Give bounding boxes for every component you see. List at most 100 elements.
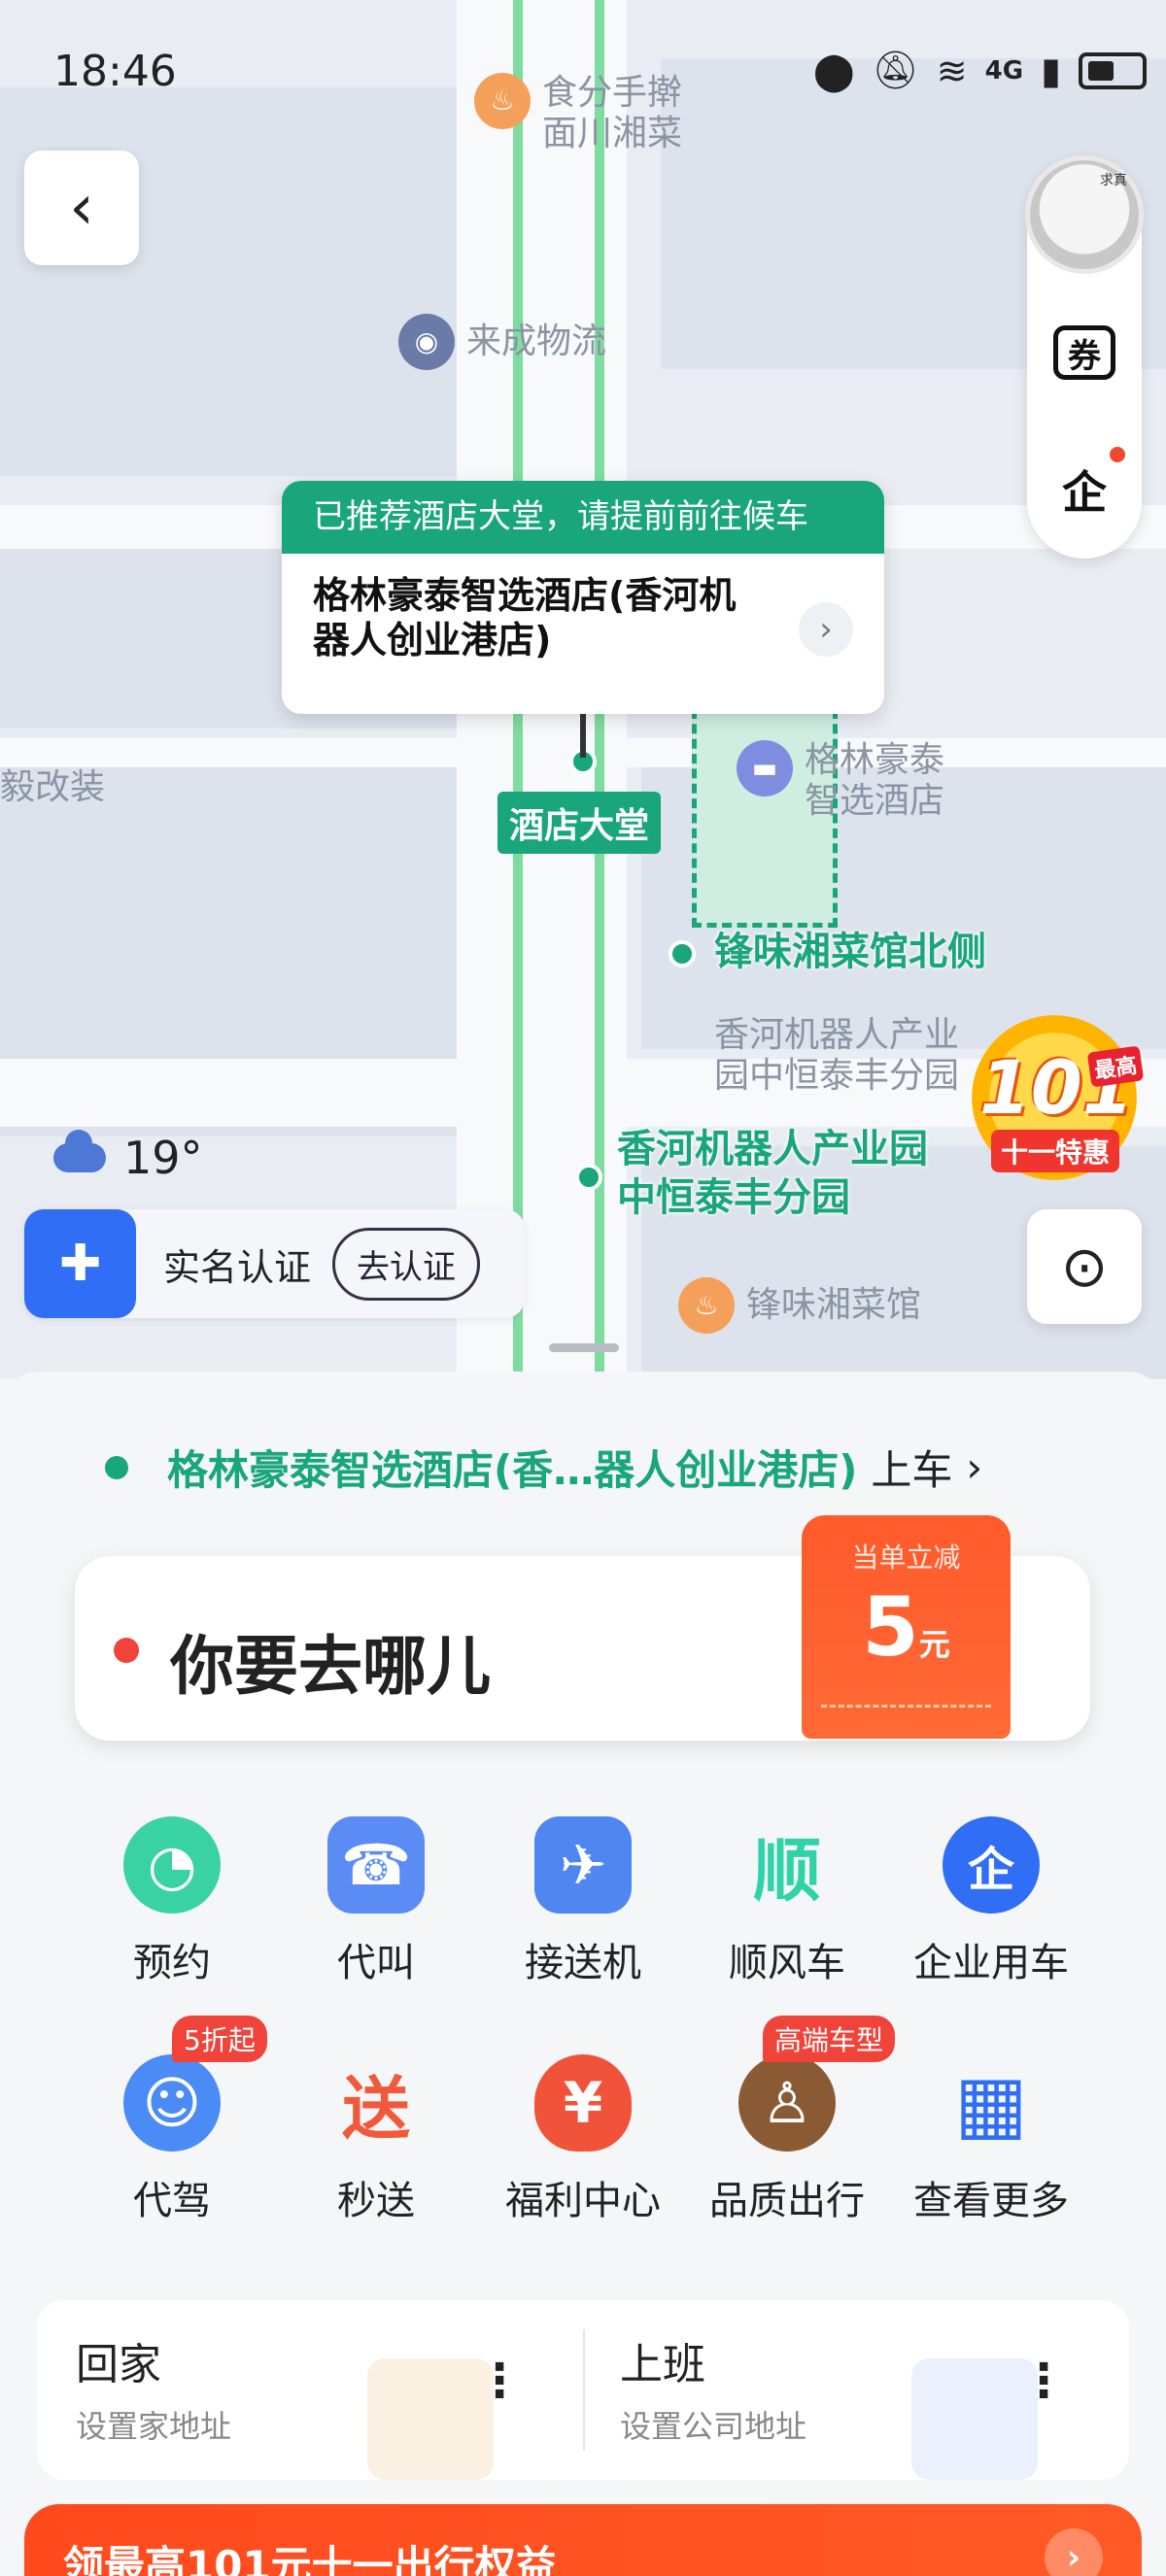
poi-label: 毅改装 — [0, 767, 106, 807]
auth-button[interactable]: 去认证 — [332, 1227, 481, 1301]
status-bar: 18:46 ⬤ 🔕︎ ≋ 4G ▮ — [0, 0, 1166, 146]
callout-header: 已推荐酒店大堂，请提前前往候车 — [282, 481, 884, 554]
service-label: 秒送 — [337, 2179, 415, 2223]
home-subtitle: 设置家地址 — [76, 2408, 232, 2445]
work-subtitle: 设置公司地址 — [620, 2408, 807, 2445]
discount-amount: 5 — [862, 1579, 919, 1675]
pickup-point-label[interactable]: 锋味湘菜馆北侧 — [714, 928, 986, 976]
more-icon[interactable]: ⋮ — [1020, 2354, 1067, 2408]
destination-placeholder: 你要去哪儿 — [170, 1629, 491, 1704]
notification-dot — [1110, 447, 1125, 462]
map-view[interactable]: ♨ 食分手擀 面川湘菜 ◉ 来成物流 ▬ 格林豪泰 智选酒店 香河机器人产业 园… — [0, 0, 1166, 1379]
service-premium[interactable]: 高端车型 ♙ 品质出行 — [675, 2016, 899, 2225]
avatar[interactable]: 求真 — [1025, 155, 1144, 274]
pickup-name: 格林豪泰智选酒店(香…器人创业港店) — [167, 1446, 858, 1494]
poi-label: 锋味湘菜馆 — [746, 1285, 922, 1325]
destination-dot — [114, 1638, 139, 1663]
pickup-point-dot[interactable] — [575, 1164, 602, 1191]
service-call-for-others[interactable]: ☎ 代叫 — [264, 1816, 488, 1987]
signal-icon: ▮ — [1041, 49, 1061, 92]
discount-unit: 元 — [918, 1626, 950, 1663]
poi-label: 香河机器人产业 园中恒泰丰分园 — [714, 1015, 960, 1096]
callout-stem — [580, 714, 586, 758]
service-reserve[interactable]: ◔ 预约 — [60, 1816, 284, 1987]
chevron-right-icon: › — [966, 1443, 983, 1491]
pickup-row[interactable]: 格林豪泰智选酒店(香…器人创业港店) 上车 › — [105, 1438, 982, 1497]
pickup-callout[interactable]: 已推荐酒店大堂，请提前前往候车 格林豪泰智选酒店(香河机器人创业港店) › — [282, 481, 884, 714]
sheet-handle[interactable] — [549, 1343, 619, 1352]
enterprise-icon[interactable]: 企 — [1049, 455, 1119, 525]
house-icon — [367, 2358, 494, 2480]
network-label: 4G — [984, 55, 1024, 85]
service-welfare[interactable]: ¥ 福利中心 — [471, 2054, 695, 2225]
shunfeng-icon: 顺 — [753, 1830, 821, 1911]
address-shortcuts: 回家 设置家地址 ⋮ 上班 设置公司地址 ⋮ — [37, 2300, 1129, 2480]
service-airport[interactable]: ✈ 接送机 — [471, 1816, 695, 1987]
status-time: 18:46 — [53, 47, 177, 96]
poi-label: 格林豪泰 智选酒店 — [805, 740, 945, 821]
pickup-point-dot[interactable] — [669, 940, 696, 967]
timer-icon: ◔ — [123, 1816, 221, 1914]
service-label: 顺风车 — [729, 1941, 845, 1985]
service-more[interactable]: ▦ 查看更多 — [879, 2054, 1103, 2225]
promo-badge[interactable]: 101 最高 十一特惠 — [972, 1015, 1145, 1180]
service-enterprise[interactable]: 企 企业用车 — [879, 1816, 1103, 1987]
enterprise-icon: 企 — [943, 1816, 1040, 1914]
poi-garage[interactable]: 毅改装 — [0, 767, 105, 808]
service-delivery[interactable]: 送 秒送 — [264, 2054, 488, 2225]
poi-park[interactable]: 香河机器人产业 园中恒泰丰分园 — [714, 1015, 959, 1097]
more-icon[interactable]: ⋮ — [476, 2354, 523, 2408]
location-icon: ⬤ — [813, 49, 855, 92]
car-phone-icon: ☎ — [327, 1816, 425, 1914]
service-label: 代叫 — [337, 1941, 415, 1985]
service-badge: 5折起 — [172, 2016, 267, 2062]
pickup-point-label[interactable]: 香河机器人产业园 中恒泰丰分园 — [617, 1125, 928, 1222]
chevron-right-icon[interactable]: › — [799, 602, 853, 657]
poi-label: 来成物流 — [466, 322, 607, 361]
delivery-icon: 送 — [342, 2068, 410, 2149]
lobby-tag[interactable]: 酒店大堂 — [497, 792, 662, 854]
service-label: 查看更多 — [913, 2179, 1069, 2223]
service-badge: 高端车型 — [763, 2016, 896, 2062]
service-label: 福利中心 — [505, 2179, 661, 2223]
discount-divider — [821, 1705, 991, 1708]
callout-title: 格林豪泰智选酒店(香河机器人创业港店) — [313, 574, 737, 661]
money-bag-icon: ¥ — [534, 2054, 632, 2152]
banner-text: 领最高101元十一出行权益 — [63, 2542, 557, 2576]
promo-tag: 最高 — [1086, 1045, 1145, 1088]
discount-label: 当单立减 — [851, 1542, 961, 1574]
place-icon: ◉ — [398, 314, 455, 370]
coupon-button[interactable]: 券 — [1049, 318, 1119, 388]
service-designated-driver[interactable]: 5折起 ☺ 代驾 — [60, 2016, 284, 2225]
locate-icon[interactable]: ⊙ — [1027, 1209, 1142, 1324]
chevron-right-icon: › — [1045, 2528, 1103, 2576]
back-button[interactable]: ‹ — [24, 151, 139, 265]
auth-label: 实名认证 — [163, 1245, 312, 1289]
poi-hotel[interactable]: ▬ 格林豪泰 智选酒店 — [737, 740, 944, 822]
battery-icon — [1079, 51, 1147, 89]
shield-icon: ✚ — [24, 1209, 136, 1318]
avatar-text: 求真 — [1100, 173, 1127, 188]
promo-subtitle: 十一特惠 — [991, 1130, 1120, 1172]
home-title: 回家 — [76, 2340, 161, 2390]
airplane-icon: ✈ — [534, 1816, 632, 1914]
promo-banner[interactable]: 领最高101元十一出行权益 › — [24, 2504, 1142, 2576]
service-label: 预约 — [133, 1941, 211, 1985]
poi-logistics[interactable]: ◉ 来成物流 — [398, 314, 606, 370]
chevron-left-icon: ‹ — [69, 172, 94, 244]
wifi-icon: ≋ — [936, 49, 968, 92]
briefcase-icon — [911, 2358, 1038, 2480]
mute-icon: 🔕︎ — [872, 49, 919, 91]
service-label: 接送机 — [525, 1941, 641, 1985]
poi-restaurant[interactable]: ♨ 锋味湘菜馆 — [678, 1277, 921, 1334]
work-address[interactable]: 上班 设置公司地址 ⋮ — [581, 2300, 1106, 2480]
coupon-icon: 券 — [1053, 325, 1115, 380]
home-address[interactable]: 回家 设置家地址 ⋮ — [37, 2300, 562, 2480]
discount-ticket[interactable]: 当单立减 5元 — [802, 1515, 1011, 1739]
driver-icon: ☺ — [123, 2054, 221, 2152]
service-carpool[interactable]: 顺 顺风车 — [675, 1816, 899, 1987]
discount-value: 5元 — [802, 1579, 1011, 1675]
pickup-dot — [105, 1455, 128, 1479]
restaurant-icon: ♨ — [678, 1277, 735, 1334]
realname-auth-bar[interactable]: ✚ 实名认证 去认证 — [24, 1209, 525, 1318]
